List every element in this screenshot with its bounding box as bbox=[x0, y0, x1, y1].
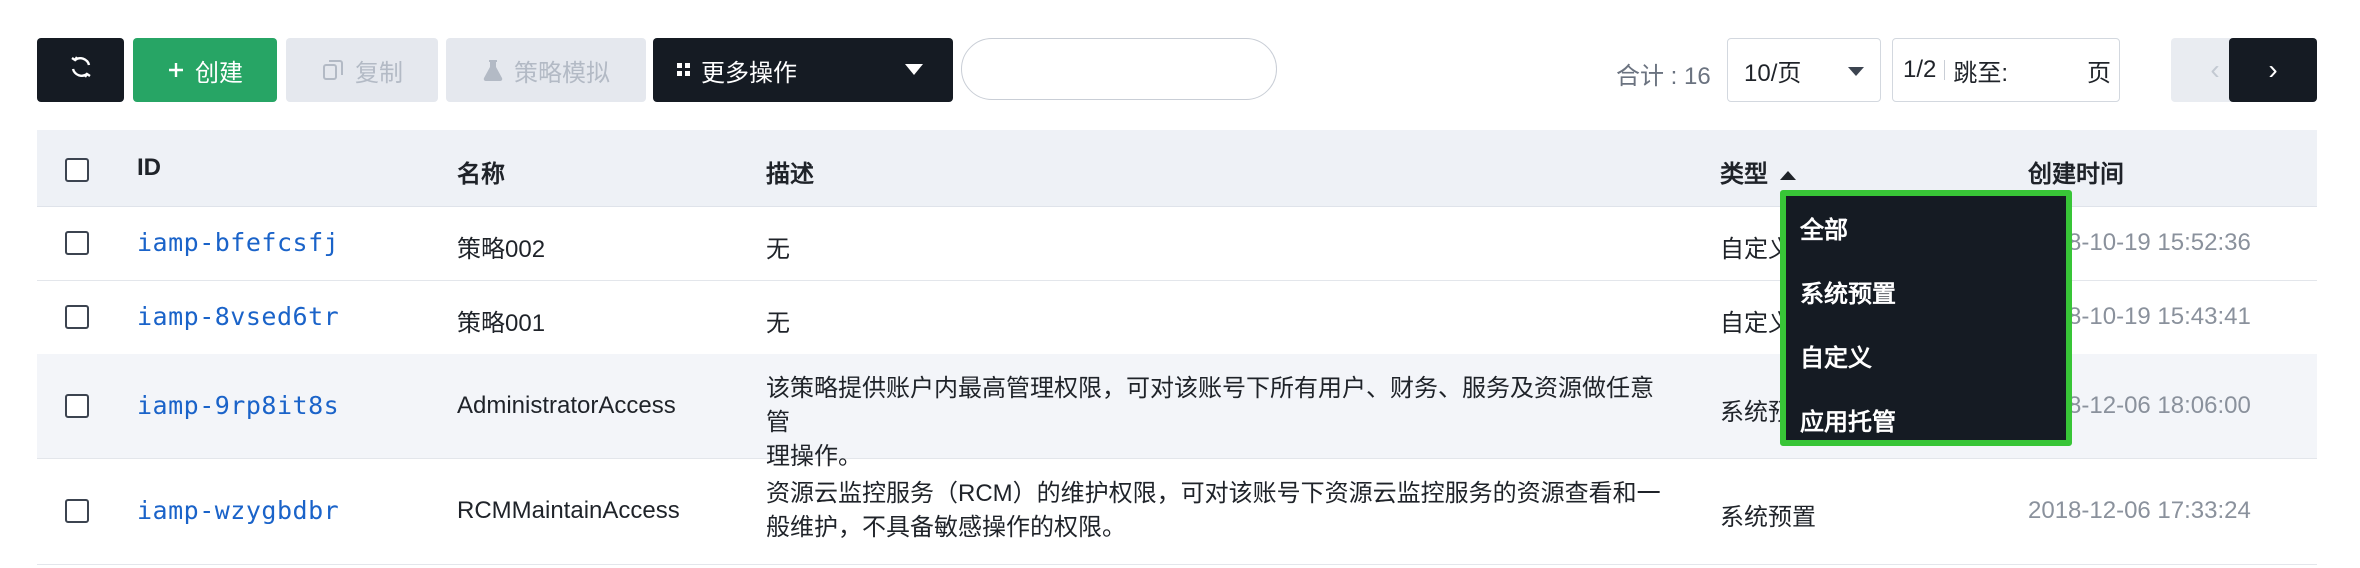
chevron-left-icon: ‹ bbox=[2210, 54, 2220, 85]
policy-desc: 资源云监控服务（RCM）的维护权限，可对该账号下资源云监控服务的资源查看和一 般… bbox=[766, 477, 1676, 545]
page-size-select[interactable]: 10/页 bbox=[1727, 38, 1881, 102]
refresh-button[interactable] bbox=[37, 38, 124, 102]
col-name: 名称 bbox=[457, 161, 505, 188]
type-option-all[interactable]: 全部 bbox=[1800, 210, 1848, 245]
col-created: 创建时间 bbox=[2028, 161, 2124, 188]
row-checkbox[interactable] bbox=[65, 394, 89, 418]
jump-label: 跳至: bbox=[1953, 59, 2009, 87]
policy-id-link[interactable]: iamp-9rp8it8s bbox=[137, 391, 339, 420]
policy-desc: 无 bbox=[766, 310, 790, 337]
policy-desc-line: 般维护，不具备敏感操作的权限。 bbox=[766, 514, 1126, 541]
policy-id-link[interactable]: iamp-wzygbdbr bbox=[137, 496, 339, 525]
chevron-right-icon: › bbox=[2268, 54, 2278, 85]
policy-name: RCMMaintainAccess bbox=[457, 497, 680, 524]
policy-name: AdministratorAccess bbox=[457, 392, 676, 419]
page-current: 1/2 bbox=[1903, 56, 1937, 83]
page-size-value: 10/页 bbox=[1744, 59, 1802, 87]
policy-created: 2018-12-06 17:33:24 bbox=[2028, 497, 2251, 524]
refresh-icon bbox=[68, 54, 94, 87]
policy-id-link[interactable]: iamp-8vsed6tr bbox=[137, 302, 339, 331]
policy-id-link[interactable]: iamp-bfefcsfj bbox=[137, 228, 339, 257]
create-button[interactable]: 创建 bbox=[133, 38, 277, 102]
policy-desc: 无 bbox=[766, 236, 790, 263]
grid-icon bbox=[677, 63, 691, 77]
col-id: ID bbox=[137, 154, 161, 181]
row-checkbox[interactable] bbox=[65, 499, 89, 523]
flask-icon bbox=[482, 58, 504, 82]
toolbar: 创建 复制 策略模拟 更多操作 合计 : 16 10/页 1/2 跳至: 页 ‹… bbox=[37, 38, 2317, 102]
row-checkbox[interactable] bbox=[65, 231, 89, 255]
page-jump[interactable]: 1/2 跳至: 页 bbox=[1892, 38, 2120, 102]
simulate-label: 策略模拟 bbox=[514, 59, 610, 87]
policy-desc-line: 资源云监控服务（RCM）的维护权限，可对该账号下资源云监控服务的资源查看和一 bbox=[766, 480, 1661, 507]
col-type[interactable]: 类型 bbox=[1720, 154, 1796, 189]
plus-icon bbox=[167, 61, 185, 79]
simulate-button[interactable]: 策略模拟 bbox=[446, 38, 646, 102]
sort-asc-icon bbox=[1780, 171, 1796, 181]
more-actions-label: 更多操作 bbox=[701, 59, 797, 87]
search-input[interactable] bbox=[961, 38, 1277, 100]
type-filter-dropdown: 全部 系统预置 自定义 应用托管 bbox=[1780, 190, 2072, 446]
create-label: 创建 bbox=[195, 59, 243, 87]
type-option-system[interactable]: 系统预置 bbox=[1800, 274, 1896, 309]
type-option-hosted[interactable]: 应用托管 bbox=[1800, 402, 1896, 437]
divider bbox=[1944, 60, 1946, 80]
select-all-checkbox[interactable] bbox=[65, 158, 89, 182]
copy-icon bbox=[321, 58, 345, 82]
policy-name: 策略001 bbox=[457, 310, 546, 337]
copy-button[interactable]: 复制 bbox=[286, 38, 438, 102]
row-checkbox[interactable] bbox=[65, 305, 89, 329]
policy-desc-line: 该策略提供账户内最高管理权限，可对该账号下所有用户、财务、服务及资源做任意管 bbox=[766, 375, 1654, 436]
jump-unit: 页 bbox=[2087, 59, 2111, 87]
chevron-down-icon bbox=[905, 64, 923, 75]
more-actions-dropdown[interactable]: 更多操作 bbox=[653, 38, 953, 102]
table-row: iamp-wzygbdbr RCMMaintainAccess 资源云监控服务（… bbox=[37, 458, 2317, 565]
col-type-label: 类型 bbox=[1720, 161, 1768, 188]
col-desc: 描述 bbox=[766, 161, 814, 188]
type-option-custom[interactable]: 自定义 bbox=[1800, 338, 1872, 373]
policy-name: 策略002 bbox=[457, 236, 546, 263]
chevron-down-icon bbox=[1848, 67, 1864, 76]
total-count: 合计 : 16 bbox=[1616, 63, 1711, 90]
copy-label: 复制 bbox=[355, 59, 403, 87]
policy-type: 系统预置 bbox=[1720, 504, 1816, 531]
next-page-button[interactable]: › bbox=[2229, 38, 2317, 102]
